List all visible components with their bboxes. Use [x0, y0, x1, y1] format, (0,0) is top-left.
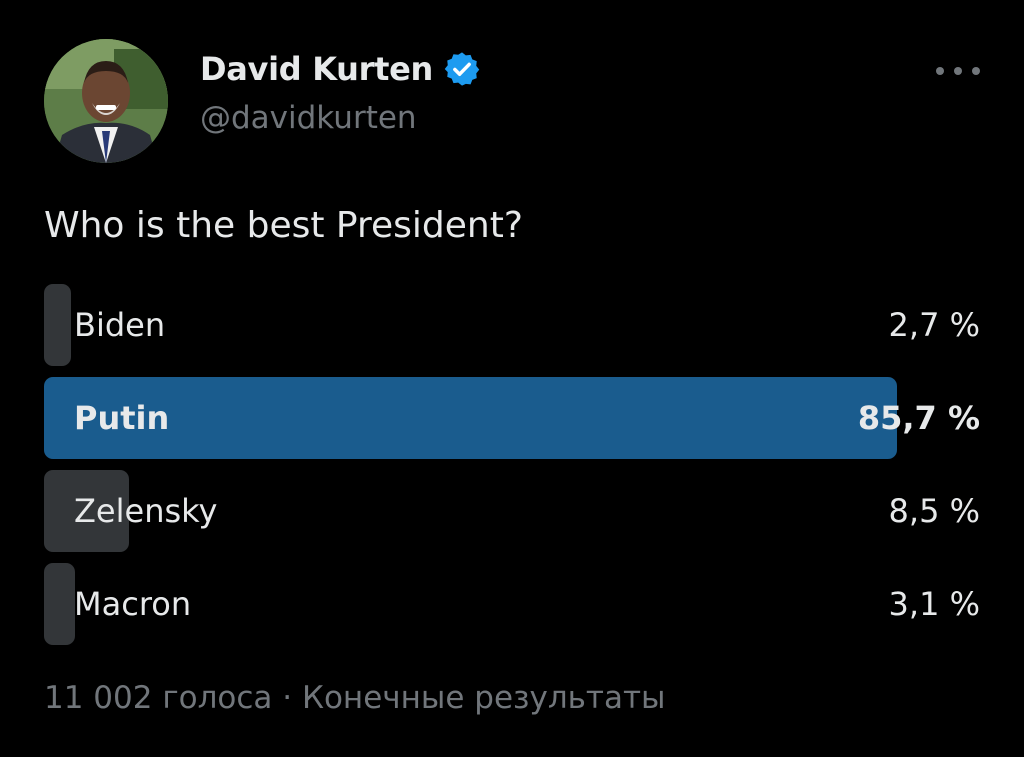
poll-option-label: Biden: [74, 306, 166, 344]
poll-option-biden[interactable]: Biden 2,7 %: [44, 284, 980, 366]
tweet-card: David Kurten @davidkurten Who is the bes…: [0, 0, 1024, 757]
poll-option-percent: 8,5 %: [888, 492, 980, 530]
author-handle[interactable]: @davidkurten: [200, 100, 417, 136]
author-name[interactable]: David Kurten: [200, 50, 433, 88]
poll-option-zelensky[interactable]: Zelensky 8,5 %: [44, 470, 980, 552]
poll-option-percent: 2,7 %: [888, 306, 980, 344]
verified-badge-icon: [444, 52, 480, 86]
poll-option-label: Putin: [74, 399, 170, 437]
poll-option-putin[interactable]: Putin 85,7 %: [44, 377, 980, 459]
poll-option-label: Zelensky: [74, 492, 218, 530]
author-name-row: David Kurten: [200, 48, 481, 90]
ellipsis-icon: [972, 67, 980, 75]
ellipsis-icon: [954, 67, 962, 75]
poll-bar: [44, 563, 75, 645]
poll-question: Who is the best President?: [44, 205, 523, 246]
poll-footer: 11 002 голоса · Конечные результаты: [44, 680, 666, 716]
poll-option-percent: 3,1 %: [888, 585, 980, 623]
poll-bar: [44, 377, 897, 459]
avatar-photo-icon: [44, 39, 168, 163]
more-options-button[interactable]: [936, 58, 980, 84]
author-avatar[interactable]: [44, 39, 168, 163]
poll-option-macron[interactable]: Macron 3,1 %: [44, 563, 980, 645]
poll-bar: [44, 284, 71, 366]
poll-option-percent: 85,7 %: [857, 399, 980, 437]
ellipsis-icon: [936, 67, 944, 75]
poll-option-label: Macron: [74, 585, 192, 623]
